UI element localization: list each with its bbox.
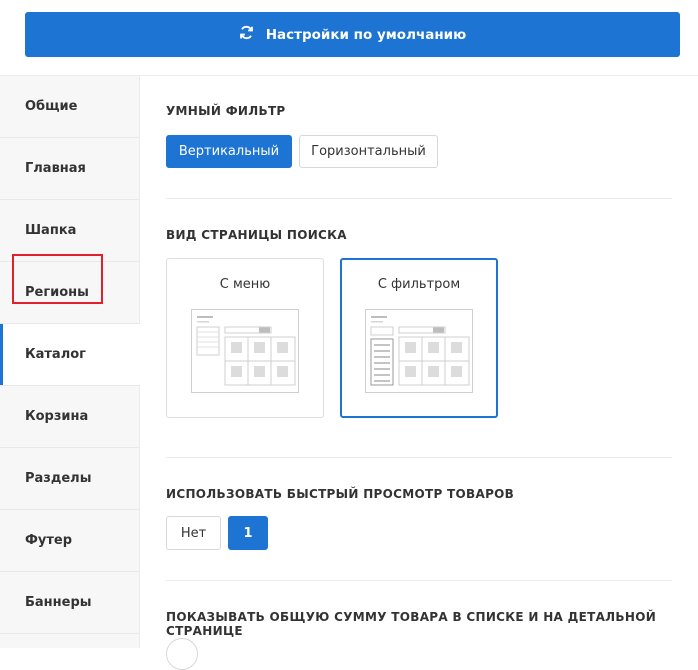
toggle-partial[interactable] [166, 638, 198, 670]
sidebar-item-catalog[interactable]: Каталог [0, 324, 140, 386]
reset-defaults-label: Настройки по умолчанию [265, 26, 467, 43]
quick-view-title: ИСПОЛЬЗОВАТЬ БЫСТРЫЙ ПРОСМОТР ТОВАРОВ [166, 487, 515, 501]
search-view-filter-card[interactable]: С фильтром [340, 258, 498, 418]
sidebar-item-footer[interactable]: Футер [0, 510, 139, 572]
sidebar-item-main[interactable]: Главная [0, 138, 139, 200]
sidebar-item-label: Футер [25, 533, 73, 548]
sidebar-item-banners[interactable]: Баннеры [0, 572, 139, 634]
top-bar: Настройки по умолчанию [0, 0, 698, 76]
sidebar-item-label: Регионы [25, 285, 89, 300]
sidebar-item-general[interactable]: Общие [0, 76, 139, 138]
quick-view-no-button[interactable]: Нет [166, 516, 221, 550]
sidebar: Общие Главная Шапка Регионы Каталог Корз… [0, 76, 140, 648]
sidebar-item-cart[interactable]: Корзина [0, 386, 139, 448]
smart-filter-vertical-button[interactable]: Вертикальный [166, 135, 292, 168]
search-view-menu-card[interactable]: С меню [166, 258, 324, 418]
total-sum-title: ПОКАЗЫВАТЬ ОБЩУЮ СУММУ ТОВАРА В СПИСКЕ И… [166, 610, 657, 638]
divider [166, 580, 672, 581]
sidebar-item-label: Корзина [25, 409, 89, 424]
smart-filter-title: УМНЫЙ ФИЛЬТР [166, 104, 286, 118]
sidebar-item-label: Главная [25, 161, 86, 176]
menu-layout-preview [191, 309, 299, 393]
quick-view-1-button[interactable]: 1 [228, 516, 268, 550]
divider [166, 457, 672, 458]
smart-filter-horizontal-button[interactable]: Горизонтальный [299, 135, 438, 168]
card-label: С фильтром [377, 277, 461, 292]
sidebar-item-header[interactable]: Шапка [0, 200, 139, 262]
reset-defaults-button[interactable]: Настройки по умолчанию [25, 12, 680, 57]
refresh-icon [239, 25, 254, 44]
sidebar-item-regions[interactable]: Регионы [0, 262, 139, 324]
sidebar-item-label: Общие [25, 99, 78, 114]
card-label: С меню [219, 277, 271, 292]
sidebar-item-label: Разделы [25, 471, 92, 486]
sidebar-item-label: Баннеры [25, 595, 92, 610]
sidebar-item-sections[interactable]: Разделы [0, 448, 139, 510]
filter-layout-preview [365, 309, 473, 393]
sidebar-item-label: Шапка [25, 223, 77, 238]
divider [166, 198, 672, 199]
sidebar-item-label: Каталог [25, 347, 86, 362]
search-page-title: ВИД СТРАНИЦЫ ПОИСКА [166, 228, 347, 242]
